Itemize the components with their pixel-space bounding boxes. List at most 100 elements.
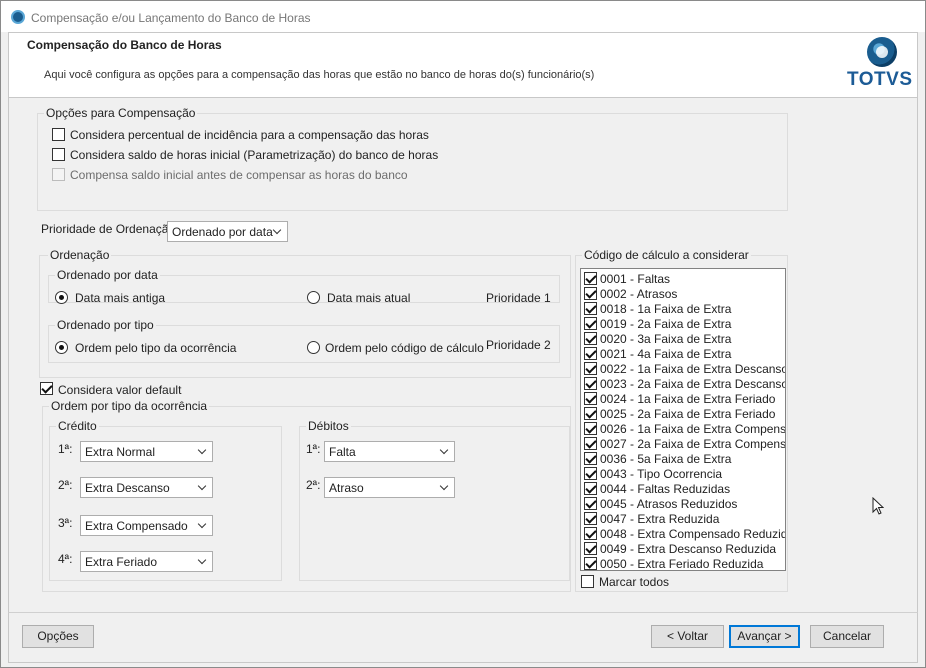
- chevron-down-icon: [198, 518, 208, 532]
- list-item[interactable]: 0001 - Faltas: [581, 271, 785, 286]
- code-checkbox[interactable]: [584, 287, 597, 300]
- code-checkbox[interactable]: [584, 542, 597, 555]
- credit-group: Crédito 1ª: Extra Normal 2ª: Extra Desca…: [49, 419, 282, 581]
- list-item[interactable]: 0043 - Tipo Ocorrencia: [581, 466, 785, 481]
- list-item[interactable]: 0036 - 5a Faixa de Extra: [581, 451, 785, 466]
- code-checkbox[interactable]: [584, 557, 597, 570]
- code-checkbox[interactable]: [584, 527, 597, 540]
- credit-ordinal-1: 1ª:: [58, 442, 73, 456]
- oldest-date-label: Data mais antiga: [75, 291, 166, 305]
- code-checkbox[interactable]: [584, 467, 597, 480]
- order-by-type-group: Ordenado por tipo Ordem pelo tipo da oco…: [48, 318, 560, 363]
- debit-value-2: Atraso: [329, 481, 364, 495]
- credit-label: Crédito: [56, 419, 99, 433]
- chevron-down-icon: [198, 444, 208, 458]
- credit-select-1[interactable]: Extra Normal: [80, 441, 213, 462]
- dialog-window: Compensação e/ou Lançamento do Banco de …: [0, 0, 926, 668]
- select-all-checkbox[interactable]: [581, 575, 594, 588]
- list-item[interactable]: 0045 - Atrasos Reduzidos: [581, 496, 785, 511]
- cancel-button[interactable]: Cancelar: [810, 625, 884, 648]
- code-checkbox[interactable]: [584, 452, 597, 465]
- code-checkbox[interactable]: [584, 302, 597, 315]
- credit-select-4[interactable]: Extra Feriado: [80, 551, 213, 572]
- code-label: 0024 - 1a Faixa de Extra Feriado: [600, 392, 776, 406]
- credit-select-3[interactable]: Extra Compensado: [80, 515, 213, 536]
- compensate-initial-balance-label: Compensa saldo inicial antes de compensa…: [70, 168, 408, 182]
- credit-value-2: Extra Descanso: [85, 481, 170, 495]
- debit-ordinal-1: 1ª:: [306, 442, 321, 456]
- list-item[interactable]: 0024 - 1a Faixa de Extra Feriado: [581, 391, 785, 406]
- priority-sort-select[interactable]: Ordenado por data: [167, 221, 288, 242]
- back-button[interactable]: < Voltar: [651, 625, 724, 648]
- calc-codes-list[interactable]: 0001 - Faltas 0002 - Atrasos 0018 - 1a F…: [580, 268, 786, 571]
- code-label: 0045 - Atrasos Reduzidos: [600, 497, 738, 511]
- totvs-logo: TOTVS: [847, 37, 912, 93]
- order-by-type-label: Ordenado por tipo: [55, 318, 156, 332]
- list-item[interactable]: 0044 - Faltas Reduzidas: [581, 481, 785, 496]
- code-label: 0021 - 4a Faixa de Extra: [600, 347, 732, 361]
- code-checkbox[interactable]: [584, 377, 597, 390]
- credit-value-4: Extra Feriado: [85, 555, 158, 569]
- code-label: 0023 - 2a Faixa de Extra Descanso: [600, 377, 786, 391]
- chevron-down-icon: [198, 480, 208, 494]
- incidence-percentage-label: Considera percentual de incidência para …: [70, 128, 429, 142]
- credit-select-2[interactable]: Extra Descanso: [80, 477, 213, 498]
- code-label: 0026 - 1a Faixa de Extra Compensado: [600, 422, 786, 436]
- code-label: 0047 - Extra Reduzida: [600, 512, 720, 526]
- oldest-date-radio[interactable]: [55, 291, 68, 304]
- debit-select-1[interactable]: Falta: [324, 441, 455, 462]
- code-checkbox[interactable]: [584, 272, 597, 285]
- code-checkbox[interactable]: [584, 362, 597, 375]
- code-checkbox[interactable]: [584, 512, 597, 525]
- list-item[interactable]: 0023 - 2a Faixa de Extra Descanso: [581, 376, 785, 391]
- code-label: 0002 - Atrasos: [600, 287, 678, 301]
- initial-balance-checkbox[interactable]: [52, 148, 65, 161]
- mouse-cursor-icon: [872, 497, 884, 515]
- wizard-header: Compensação do Banco de Horas Aqui você …: [8, 32, 918, 98]
- debit-value-1: Falta: [329, 445, 356, 459]
- list-item[interactable]: 0047 - Extra Reduzida: [581, 511, 785, 526]
- occurrence-order-label: Ordem por tipo da ocorrência: [49, 399, 210, 413]
- chevron-down-icon: [440, 480, 450, 494]
- calc-code-radio[interactable]: [307, 341, 320, 354]
- priority-sort-value: Ordenado por data: [172, 225, 273, 239]
- code-checkbox[interactable]: [584, 347, 597, 360]
- code-label: 0050 - Extra Feriado Reduzida: [600, 557, 764, 571]
- ordering-group: Ordenação Ordenado por data Data mais an…: [39, 248, 571, 378]
- options-button[interactable]: Opções: [22, 625, 94, 648]
- list-item[interactable]: 0048 - Extra Compensado Reduzida: [581, 526, 785, 541]
- default-value-label: Considera valor default: [58, 383, 182, 397]
- list-item[interactable]: 0025 - 2a Faixa de Extra Feriado: [581, 406, 785, 421]
- code-checkbox[interactable]: [584, 317, 597, 330]
- code-checkbox[interactable]: [584, 392, 597, 405]
- list-item[interactable]: 0022 - 1a Faixa de Extra Descanso: [581, 361, 785, 376]
- code-checkbox[interactable]: [584, 497, 597, 510]
- code-checkbox[interactable]: [584, 332, 597, 345]
- incidence-percentage-checkbox[interactable]: [52, 128, 65, 141]
- list-item[interactable]: 0021 - 4a Faixa de Extra: [581, 346, 785, 361]
- compensate-initial-balance-checkbox[interactable]: [52, 168, 65, 181]
- list-item[interactable]: 0019 - 2a Faixa de Extra: [581, 316, 785, 331]
- list-item[interactable]: 0027 - 2a Faixa de Extra Compensado: [581, 436, 785, 451]
- list-item[interactable]: 0049 - Extra Descanso Reduzida: [581, 541, 785, 556]
- code-label: 0018 - 1a Faixa de Extra: [600, 302, 732, 316]
- code-checkbox[interactable]: [584, 422, 597, 435]
- list-item[interactable]: 0020 - 3a Faixa de Extra: [581, 331, 785, 346]
- page-title: Compensação do Banco de Horas: [27, 38, 222, 52]
- type-priority-label: Prioridade 2: [486, 338, 551, 352]
- code-checkbox[interactable]: [584, 437, 597, 450]
- list-item[interactable]: 0050 - Extra Feriado Reduzida: [581, 556, 785, 571]
- list-item[interactable]: 0018 - 1a Faixa de Extra: [581, 301, 785, 316]
- list-item[interactable]: 0026 - 1a Faixa de Extra Compensado: [581, 421, 785, 436]
- occurrence-type-radio[interactable]: [55, 341, 68, 354]
- list-item[interactable]: 0002 - Atrasos: [581, 286, 785, 301]
- next-button[interactable]: Avançar >: [729, 625, 800, 648]
- code-label: 0025 - 2a Faixa de Extra Feriado: [600, 407, 776, 421]
- newest-date-radio[interactable]: [307, 291, 320, 304]
- credit-ordinal-2: 2ª:: [58, 478, 73, 492]
- default-value-checkbox[interactable]: [40, 382, 53, 395]
- debit-group: Débitos 1ª: Falta 2ª: Atraso: [299, 419, 570, 581]
- code-checkbox[interactable]: [584, 407, 597, 420]
- code-checkbox[interactable]: [584, 482, 597, 495]
- debit-select-2[interactable]: Atraso: [324, 477, 455, 498]
